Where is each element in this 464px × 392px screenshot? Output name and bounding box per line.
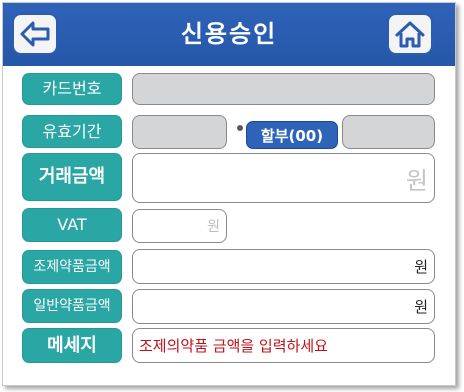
compounded-drug-field[interactable]: 원: [132, 249, 435, 284]
compounded-drug-unit: 원: [414, 258, 428, 276]
credit-approval-window: 신용승인 카드번호 유효기간 할부(00) 거래금액 원 VAT 원 조제약품금…: [2, 2, 456, 386]
home-icon: [395, 21, 425, 48]
compounded-drug-label: 조제약품금액: [22, 250, 122, 284]
amount-unit: 원: [405, 166, 428, 195]
amount-field[interactable]: 원: [132, 153, 435, 203]
amount-label: 거래금액: [22, 153, 122, 201]
message-box: 조제의약품 금액을 입력하세요: [132, 328, 435, 363]
general-drug-label: 일반약품금액: [22, 289, 122, 323]
message-text: 조제의약품 금액을 입력하세요: [139, 337, 328, 355]
expiry-field-left[interactable]: [132, 115, 227, 149]
vat-field[interactable]: 원: [132, 209, 227, 243]
card-number-label: 카드번호: [22, 73, 122, 105]
back-button[interactable]: [12, 13, 58, 55]
arrow-left-icon: [20, 21, 50, 47]
indicator-dot: [237, 125, 243, 131]
card-number-field[interactable]: [132, 73, 435, 105]
general-drug-field[interactable]: 원: [132, 289, 435, 324]
vat-unit: 원: [207, 219, 220, 235]
header-bar: 신용승인: [3, 3, 455, 66]
home-button[interactable]: [387, 13, 433, 55]
expiry-label: 유효기간: [22, 115, 122, 148]
expiry-field-right[interactable]: [342, 115, 435, 149]
installment-button[interactable]: 할부(00): [246, 121, 338, 149]
general-drug-unit: 원: [414, 298, 428, 316]
message-label: 메세지: [22, 328, 122, 363]
vat-label: VAT: [22, 208, 122, 242]
